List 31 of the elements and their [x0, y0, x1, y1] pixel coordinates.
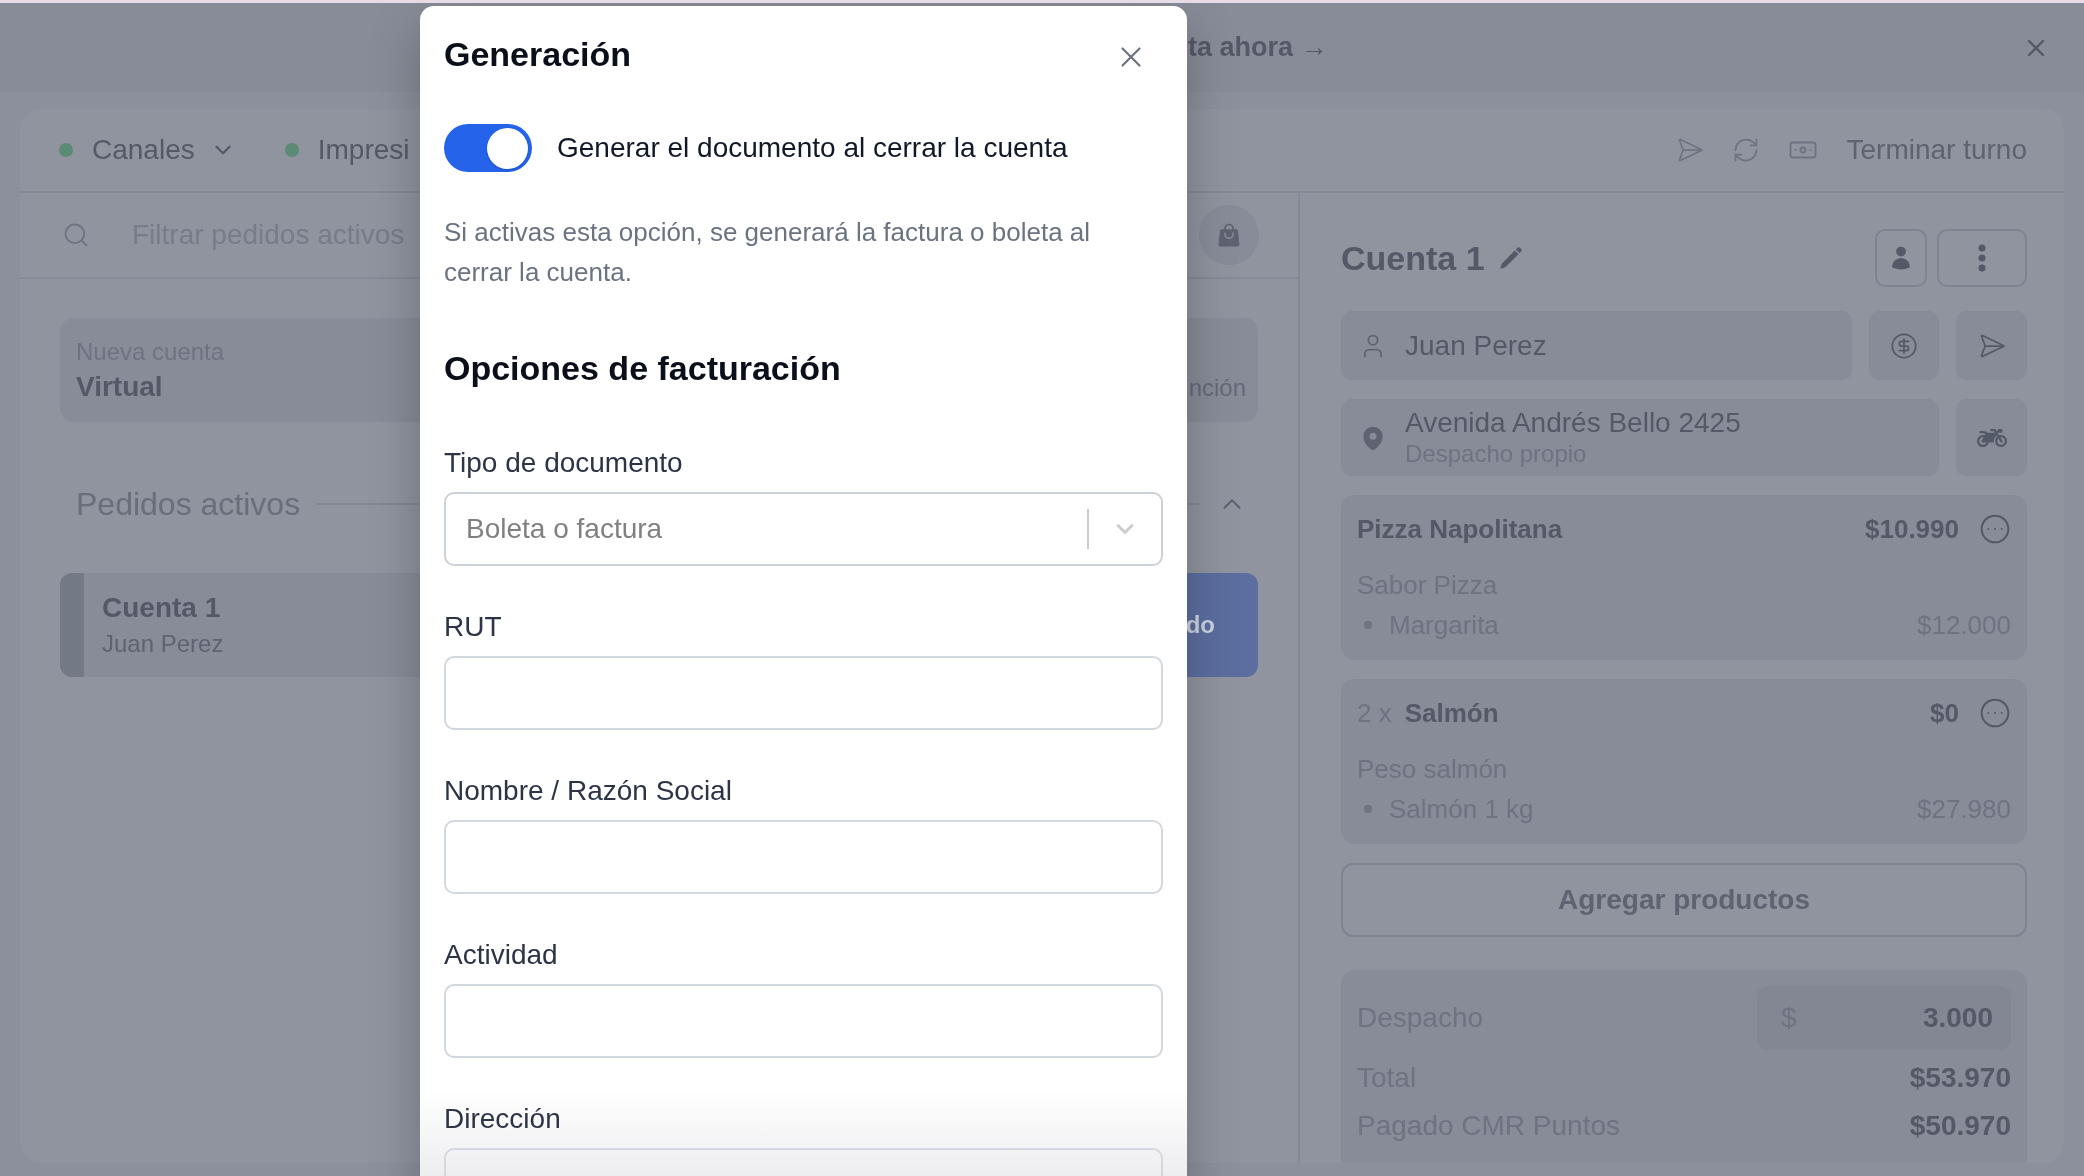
status-label: Impresi [317, 134, 410, 166]
input-field[interactable] [444, 820, 1163, 894]
field-label: Tipo de documento [444, 446, 683, 480]
input-field[interactable] [444, 984, 1163, 1058]
dialog-title: Generación [444, 34, 632, 75]
account-title: Cuenta 1 [1341, 238, 1485, 278]
more-button[interactable] [1937, 229, 2027, 287]
input-field[interactable] [444, 656, 1163, 730]
field-label: Nombre / Razón Social [444, 774, 732, 808]
send-icon[interactable] [1676, 136, 1705, 164]
more-options-icon[interactable] [1979, 697, 2011, 729]
field-label: Dirección [444, 1102, 561, 1136]
select-field[interactable]: Boleta o factura [444, 492, 1163, 566]
kebab-menu-icon [1978, 244, 1986, 272]
search-icon [62, 221, 90, 249]
more-options-icon[interactable] [1979, 513, 2011, 545]
bullet-icon [1364, 805, 1372, 813]
field-label: Actividad [444, 938, 558, 972]
toggle-label: Generar el documento al cerrar la cuenta [557, 132, 1068, 164]
channels-dropdown[interactable]: Canales [92, 134, 236, 166]
payment-button[interactable] [1869, 311, 1939, 380]
delivery-button[interactable] [1956, 399, 2027, 476]
toggle-switch[interactable] [444, 124, 532, 172]
pencil-icon[interactable] [1498, 246, 1523, 270]
send-button[interactable] [1956, 311, 2027, 380]
bullet-icon [1364, 621, 1372, 629]
field-label: RUT [444, 610, 502, 644]
description-text: Si activas esta opción, se generará la factura o boleta al cerrar la cuenta. [444, 216, 1092, 289]
customer-button[interactable] [1875, 229, 1927, 287]
shopping-bag-icon [1216, 222, 1242, 248]
dollar-icon [1890, 331, 1918, 360]
